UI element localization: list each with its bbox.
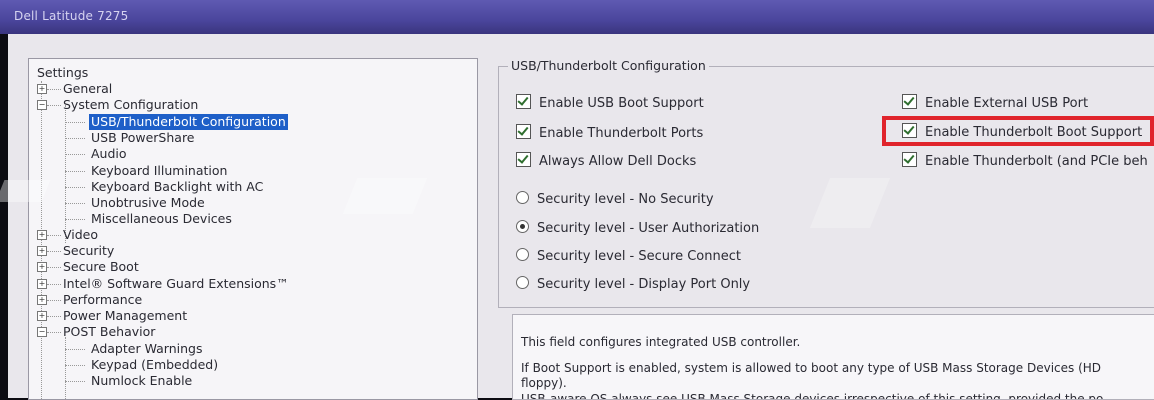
checkbox-enable-thunderbolt-pcie[interactable]: Enable Thunderbolt (and PCIe beh xyxy=(902,152,1148,169)
tree-item-label: Security xyxy=(63,243,115,258)
checkbox-checked-icon[interactable] xyxy=(516,124,531,139)
settings-tree[interactable]: Settings + General − System Configuratio… xyxy=(28,58,478,400)
tree-item-label: Keypad (Embedded) xyxy=(91,357,219,372)
description-line: This field configures integrated USB con… xyxy=(521,335,801,349)
radio-secure-connect[interactable]: Security level - Secure Connect xyxy=(516,248,741,264)
expand-icon[interactable]: + xyxy=(37,295,47,305)
tree-item-label: Unobtrusive Mode xyxy=(91,195,205,210)
tree-item-label: Secure Boot xyxy=(63,259,139,274)
group-title: USB/Thunderbolt Configuration xyxy=(508,58,709,73)
radio-no-security[interactable]: Security level - No Security xyxy=(516,191,714,207)
tree-item-label: POST Behavior xyxy=(63,324,156,339)
tree-connector xyxy=(65,337,66,399)
checkbox-checked-icon[interactable] xyxy=(902,94,917,109)
expand-icon[interactable]: + xyxy=(37,262,47,272)
screen-glare xyxy=(342,178,428,214)
description-line: If Boot Support is enabled, system is al… xyxy=(521,361,1102,375)
description-line: USB-aware OS always see USB Mass Storage… xyxy=(521,392,1104,400)
tree-item-label: USB/Thunderbolt Configuration xyxy=(89,114,288,130)
description-panel: This field configures integrated USB con… xyxy=(512,314,1154,400)
window-title: Dell Latitude 7275 xyxy=(14,9,129,23)
checkbox-checked-icon[interactable] xyxy=(516,94,531,109)
expand-icon[interactable]: + xyxy=(37,230,47,240)
radio-selected-icon[interactable] xyxy=(516,220,529,233)
tree-item-label: Power Management xyxy=(63,308,188,323)
title-bar: Dell Latitude 7275 xyxy=(0,0,1154,34)
highlight-box xyxy=(882,116,1154,146)
radio-icon[interactable] xyxy=(516,191,529,204)
tree-item-label: Numlock Enable xyxy=(91,373,193,388)
tree-item-label: System Configuration xyxy=(63,97,199,112)
checkbox-always-allow-dell-docks[interactable]: Always Allow Dell Docks xyxy=(516,152,696,169)
radio-user-authorization[interactable]: Security level - User Authorization xyxy=(516,220,759,236)
radio-icon[interactable] xyxy=(516,248,529,261)
expand-icon[interactable]: + xyxy=(37,311,47,321)
collapse-icon[interactable]: − xyxy=(37,327,47,337)
tree-item-label: Intel® Software Guard Extensions™ xyxy=(63,276,289,291)
tree-item-label: Video xyxy=(63,227,99,242)
screen-glare xyxy=(0,180,51,202)
collapse-icon[interactable]: − xyxy=(37,100,47,110)
checkbox-enable-usb-boot[interactable]: Enable USB Boot Support xyxy=(516,94,704,111)
checkbox-enable-external-usb[interactable]: Enable External USB Port xyxy=(902,94,1088,111)
tree-item-label: General xyxy=(63,81,113,96)
tree-connector xyxy=(41,81,42,399)
tree-item-label: Adapter Warnings xyxy=(91,341,203,356)
tree-item-label: USB PowerShare xyxy=(91,130,195,145)
tree-connector xyxy=(65,105,66,243)
expand-icon[interactable]: + xyxy=(37,84,47,94)
tree-item-label: Performance xyxy=(63,292,143,307)
checkbox-enable-thunderbolt-ports[interactable]: Enable Thunderbolt Ports xyxy=(516,124,703,141)
tree-item-label: Audio xyxy=(91,146,127,161)
checkbox-checked-icon[interactable] xyxy=(516,152,531,167)
expand-icon[interactable]: + xyxy=(37,246,47,256)
description-line: floppy). xyxy=(521,376,567,390)
checkbox-checked-icon[interactable] xyxy=(902,152,917,167)
tree-item-label: Miscellaneous Devices xyxy=(91,211,232,226)
radio-icon[interactable] xyxy=(516,276,529,289)
expand-icon[interactable]: + xyxy=(37,279,47,289)
tree-item-label: Keyboard Illumination xyxy=(91,163,228,178)
tree-root: Settings xyxy=(37,65,89,80)
tree-item-label: Keyboard Backlight with AC xyxy=(91,179,264,194)
radio-display-port-only[interactable]: Security level - Display Port Only xyxy=(516,276,750,292)
